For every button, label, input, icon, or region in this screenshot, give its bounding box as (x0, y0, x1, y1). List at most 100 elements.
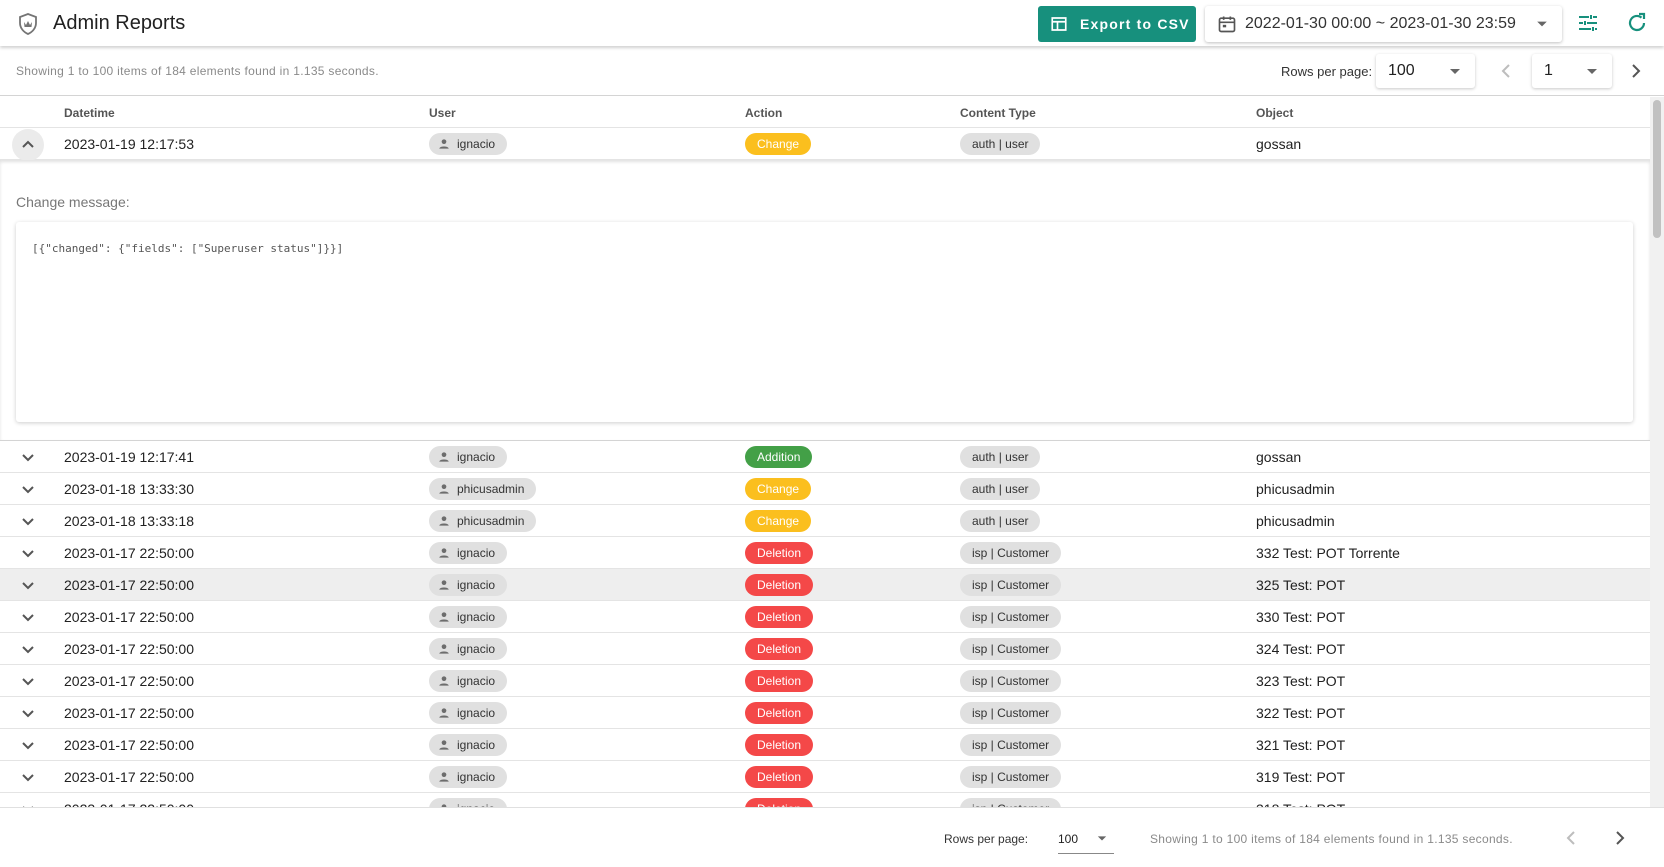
table-row[interactable]: 2023-01-17 22:50:00ignacioDeletionisp | … (0, 793, 1650, 807)
previous-page-icon[interactable] (1494, 59, 1518, 83)
footer-previous-page-icon[interactable] (1559, 826, 1583, 850)
admin-reports-table: Datetime User Action Content Type Object… (0, 97, 1650, 807)
table-row[interactable]: 2023-01-17 22:50:00ignacioDeletionisp | … (0, 601, 1650, 633)
content-type-chip: isp | Customer (960, 702, 1062, 724)
column-header-datetime[interactable]: Datetime (64, 106, 115, 120)
table-row[interactable]: 2023-01-17 22:50:00 ignacio Deletion isp | … (0, 697, 1650, 729)
export-csv-label: Export to CSV (1080, 16, 1190, 32)
row-expand-toggle[interactable] (16, 573, 40, 597)
expand-chevron-icon (22, 486, 34, 494)
column-header-object[interactable]: Object (1256, 106, 1293, 120)
user-chip[interactable]: phicusadmin (429, 510, 537, 532)
shield-logo-icon (19, 13, 37, 35)
user-chip[interactable]: ignacio (429, 798, 508, 807)
user-chip[interactable]: ignacio (429, 574, 508, 596)
row-expand-toggle[interactable] (16, 541, 40, 565)
rows-per-page-select[interactable]: 100 (1376, 54, 1475, 88)
row-expand-toggle[interactable] (16, 605, 40, 629)
row-object: 323 Test: POT (1256, 673, 1346, 689)
action-badge: Deletion (745, 798, 814, 807)
vertical-scrollbar[interactable] (1650, 97, 1664, 807)
row-expand-toggle[interactable] (16, 509, 40, 533)
user-chip[interactable]: ignacio (429, 446, 508, 468)
row-datetime: 2023-01-17 22:50:00 (64, 673, 194, 689)
table-row[interactable]: 2023-01-17 22:50:00ignacioDeletionisp | … (0, 537, 1650, 569)
table-row[interactable]: 2023-01-17 22:50:00ignacioDeletionisp | … (0, 665, 1650, 697)
filter-settings-icon[interactable] (1576, 11, 1600, 35)
person-icon (439, 644, 449, 654)
content-type-chip: auth | user (960, 133, 1041, 155)
footer-next-page-icon[interactable] (1608, 826, 1632, 850)
row-expand-toggle[interactable] (16, 701, 40, 725)
page-value: 1 (1544, 62, 1553, 79)
row-expand-toggle[interactable] (16, 797, 40, 807)
row-datetime: 2023-01-18 13:33:30 (64, 481, 194, 497)
table-row[interactable]: 2023-01-17 22:50:00ignacioDeletionisp | … (0, 729, 1650, 761)
content-type-chip: isp | Customer (960, 734, 1062, 756)
row-expand-toggle[interactable] (16, 445, 40, 469)
row-object: 319 Test: POT (1256, 769, 1346, 785)
refresh-icon[interactable] (1625, 11, 1649, 35)
row-datetime: 2023-01-17 22:50:00 (64, 545, 194, 561)
user-chip[interactable]: ignacio (429, 638, 508, 660)
row-expand-toggle[interactable] (16, 637, 40, 661)
content-type-chip: isp | Customer (960, 606, 1062, 628)
row-datetime: 2023-01-17 22:50:00 (64, 705, 194, 721)
person-icon (439, 516, 449, 526)
action-badge: Deletion (745, 606, 814, 628)
change-message-text: [{"changed": {"fields": ["Superuser stat… (32, 242, 344, 255)
row-expand-toggle[interactable] (16, 765, 40, 789)
user-chip[interactable]: ignacio (429, 133, 508, 155)
action-badge: Deletion (745, 766, 814, 788)
row-object: 332 Test: POT Torrente (1256, 545, 1400, 561)
chevron-down-icon (1450, 69, 1460, 74)
person-icon (439, 139, 449, 149)
user-chip-label: ignacio (457, 706, 496, 720)
person-icon (439, 676, 449, 686)
user-chip[interactable]: ignacio (429, 606, 508, 628)
table-row[interactable]: 2023-01-17 22:50:00ignacioDeletionisp | … (0, 569, 1650, 601)
user-chip[interactable]: ignacio (429, 766, 508, 788)
user-chip[interactable]: phicusadmin (429, 478, 537, 500)
change-message-label: Change message: (16, 194, 130, 210)
column-header-action[interactable]: Action (745, 106, 782, 120)
expand-chevron-icon (22, 614, 34, 622)
person-icon (439, 580, 449, 590)
content-type-chip: isp | Customer (960, 574, 1062, 596)
row-detail-panel: Change message: [{"changed": {"fields": [… (0, 160, 1650, 441)
footer-results-info: Showing 1 to 100 items of 184 elements f… (1150, 832, 1513, 846)
user-chip[interactable]: ignacio (429, 702, 508, 724)
row-expand-toggle[interactable] (16, 669, 40, 693)
table-row[interactable]: 2023-01-18 13:33:18 phicusadmin Change auth… (0, 505, 1650, 537)
table-row[interactable]: 2023-01-18 13:33:30 phicusadmin Change auth… (0, 473, 1650, 505)
row-expand-toggle[interactable] (16, 733, 40, 757)
export-csv-button[interactable]: Export to CSV (1038, 6, 1196, 42)
table-row[interactable]: 2023-01-19 12:17:41 ignacio Addition auth |… (0, 441, 1650, 473)
expand-chevron-icon (22, 742, 34, 750)
content-type-chip: isp | Customer (960, 766, 1062, 788)
expand-chevron-icon (22, 646, 34, 654)
user-chip[interactable]: ignacio (429, 670, 508, 692)
table-row[interactable]: 2023-01-17 22:50:00ignacioDeletionisp | … (0, 761, 1650, 793)
column-header-user[interactable]: User (429, 106, 456, 120)
action-badge: Deletion (745, 702, 814, 724)
expand-chevron-icon (22, 774, 34, 782)
content-type-chip: auth | user (960, 478, 1041, 500)
expand-chevron-icon (22, 550, 34, 558)
date-range-picker[interactable]: 2022-01-30 00:00 ~ 2023-01-30 23:59 (1205, 6, 1562, 42)
table-row[interactable]: 2023-01-19 12:17:53 ignacio Change auth | u… (0, 128, 1650, 161)
content-type-chip: isp | Customer (960, 638, 1062, 660)
row-object: gossan (1256, 136, 1302, 152)
table-row[interactable]: 2023-01-17 22:50:00ignacioDeletionisp | … (0, 633, 1650, 665)
user-chip-label: ignacio (457, 674, 496, 688)
column-header-content-type[interactable]: Content Type (960, 106, 1036, 120)
next-page-icon[interactable] (1624, 59, 1648, 83)
user-chip[interactable]: ignacio (429, 542, 508, 564)
row-datetime: 2023-01-17 22:50:00 (64, 577, 194, 593)
row-expand-toggle[interactable] (16, 477, 40, 501)
scrollbar-thumb[interactable] (1653, 100, 1661, 238)
user-chip[interactable]: ignacio (429, 734, 508, 756)
row-expand-toggle[interactable] (12, 129, 44, 161)
page-select[interactable]: 1 (1532, 54, 1612, 88)
footer-rows-per-page-select[interactable]: 100 (1058, 822, 1114, 854)
